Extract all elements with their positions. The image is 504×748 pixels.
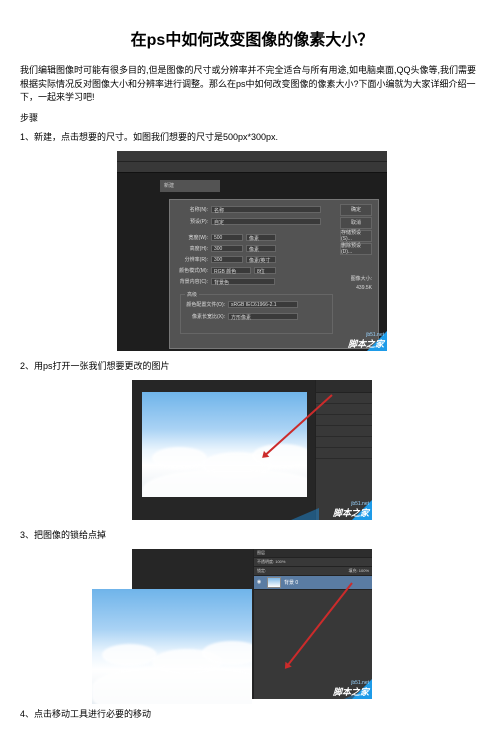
steps-header: 步骤 (20, 111, 484, 124)
res-input[interactable]: 300 (211, 256, 243, 263)
watermark-name: 脚本之家 (333, 685, 369, 698)
watermark: jb51.net 脚本之家 (292, 669, 372, 699)
image-canvas-partial (92, 589, 252, 704)
lock-row[interactable]: 锁定: 填充: 100% (254, 567, 372, 576)
profile-select[interactable]: sRGB IEC61966-2.1 (228, 301, 298, 308)
advanced-label: 高级 (185, 291, 199, 298)
size-label: 图像大小: (351, 275, 372, 282)
res-unit-select[interactable]: 像素/英寸 (246, 256, 276, 263)
step-4: 4、点击移动工具进行必要的移动 (20, 707, 484, 720)
panel-header (316, 380, 372, 393)
intro-paragraph: 我们编辑图像时可能有很多目的,但是图像的尺寸或分辨率并不完全适合与所有用途,如电… (20, 64, 484, 105)
width-unit-select[interactable]: 像素 (246, 234, 276, 241)
watermark-name: 脚本之家 (348, 337, 384, 350)
cancel-button[interactable]: 取消 (340, 217, 372, 229)
aspect-select[interactable]: 方形像素 (228, 313, 298, 320)
width-input[interactable]: 500 (211, 234, 243, 241)
bg-label: 背景内容(C): (176, 278, 208, 285)
height-label: 高度(H): (176, 245, 208, 252)
dialog-title: 新建 (160, 180, 220, 192)
step-3: 3、把图像的锁给点掉 (20, 528, 484, 541)
height-unit-select[interactable]: 像素 (246, 245, 276, 252)
size-value: 439.5K (356, 285, 372, 291)
watermark: jb51.net 脚本之家 (307, 321, 387, 351)
step-1: 1、新建，点击想要的尺寸。如图我们想要的尺寸是500px*300px. (20, 130, 484, 143)
figure-new-document-dialog: 新建 名称(N): 名称 预设(P): 自定 确定 取消 存储预设(S)... … (117, 151, 387, 351)
name-input[interactable]: 名称 (211, 206, 321, 213)
ps-toolbar (117, 162, 387, 173)
height-input[interactable]: 300 (211, 245, 243, 252)
layer-row[interactable]: ◉ 背景 0 (254, 576, 372, 590)
name-label: 名称(N): (176, 206, 208, 213)
figure-layer-lock: 图层 不透明度: 100% 锁定: 填充: 100% ◉ 背景 0 jb51.n… (132, 549, 372, 699)
delete-preset-button[interactable]: 删除预设(D)... (340, 243, 372, 255)
layer-name: 背景 0 (284, 579, 298, 586)
bits-select[interactable]: 8位 (254, 267, 276, 274)
profile-label: 颜色配置文件(O): (183, 301, 225, 308)
page-title: 在ps中如何改变图像的像素大小？ (20, 26, 484, 50)
figure-open-sky-image: jb51.net 脚本之家 (132, 380, 372, 520)
opacity-row[interactable]: 不透明度: 100% (254, 558, 372, 567)
layer-thumbnail (267, 577, 281, 588)
res-label: 分辨率(R): (176, 256, 208, 263)
ps-menubar (117, 151, 387, 162)
bg-select[interactable]: 背景色 (211, 278, 275, 285)
watermark-name: 脚本之家 (333, 506, 369, 519)
watermark: jb51.net 脚本之家 (292, 490, 372, 520)
mode-label: 颜色模式(M): (176, 267, 208, 274)
width-label: 宽度(W): (176, 234, 208, 241)
aspect-label: 像素长宽比(X): (183, 313, 225, 320)
preset-select[interactable]: 自定 (211, 218, 321, 225)
ok-button[interactable]: 确定 (340, 204, 372, 216)
eye-icon[interactable]: ◉ (254, 577, 264, 587)
preset-label: 预设(P): (176, 218, 208, 225)
image-canvas (142, 392, 307, 497)
mode-select[interactable]: RGB 颜色 (211, 267, 251, 274)
step-2: 2、用ps打开一张我们想要更改的图片 (20, 359, 484, 372)
layers-tab[interactable]: 图层 (254, 549, 372, 558)
save-preset-button[interactable]: 存储预设(S)... (340, 230, 372, 242)
